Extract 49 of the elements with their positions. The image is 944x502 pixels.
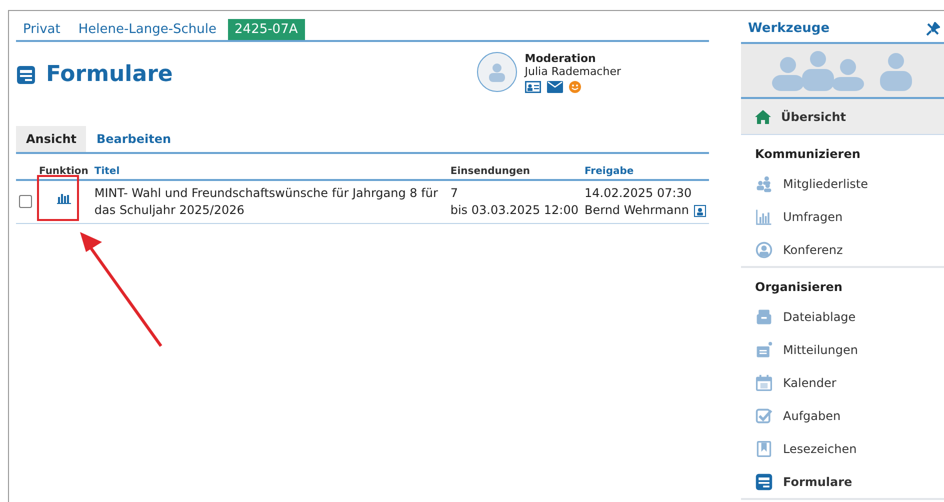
- moderator-name: Julia Rademacher: [524, 65, 621, 78]
- sidebar-item[interactable]: Mitteilungen: [741, 333, 944, 366]
- sidebar-item[interactable]: Umfragen: [741, 200, 944, 233]
- deadline: bis 03.03.2025 12:00: [450, 202, 578, 219]
- headset-icon: [755, 240, 773, 258]
- mail-icon[interactable]: [546, 81, 563, 93]
- breadcrumb-link[interactable]: Privat: [16, 19, 68, 40]
- sidebar-item[interactable]: Mitgliederliste: [741, 167, 944, 200]
- breadcrumb-link[interactable]: 2425-07A: [228, 19, 305, 40]
- bar-chart-icon[interactable]: [56, 193, 71, 204]
- contact-card-icon[interactable]: [524, 81, 541, 93]
- tab[interactable]: Ansicht: [16, 126, 86, 152]
- checkbox-icon: [755, 406, 773, 424]
- bar-chart-icon: [755, 208, 773, 226]
- highlight-frame: [37, 175, 79, 221]
- column-header[interactable]: Freigabe: [581, 164, 709, 180]
- home-icon: [755, 110, 771, 124]
- bookmark-icon: [755, 440, 773, 458]
- section-heading: Kommunizieren: [754, 146, 862, 163]
- calendar-icon: [755, 374, 773, 392]
- page-title: Formulare: [46, 62, 173, 87]
- released-by: Bernd Wehrmann: [584, 202, 689, 219]
- checkbox[interactable]: [19, 195, 32, 208]
- submission-count: 7: [450, 185, 459, 202]
- release-date: 14.02.2025 07:30: [584, 185, 693, 202]
- avatar: [476, 52, 517, 92]
- sidebar-item[interactable]: Kalender: [741, 366, 944, 399]
- column-header[interactable]: Titel: [91, 164, 448, 180]
- file-box-icon: [755, 308, 773, 326]
- sidebar-item[interactable]: Formulare: [741, 465, 944, 498]
- form-title[interactable]: MINT- Wahl und Freundschaftswünsche für Jahrgang 8 für das Schuljahr 2025/2026: [91, 180, 448, 224]
- contact-icon[interactable]: [694, 204, 706, 216]
- column-header: Einsendungen: [447, 164, 582, 180]
- sidebar-item[interactable]: Dateiablage: [741, 300, 944, 333]
- sidebar-title: Werkzeuge: [748, 21, 830, 36]
- sidebar-item[interactable]: Aufgaben: [741, 399, 944, 432]
- form-icon: [16, 64, 36, 84]
- breadcrumb-link[interactable]: Helene-Lange-Schule: [71, 19, 224, 40]
- sidebar-item[interactable]: Übersicht: [741, 99, 944, 135]
- form-icon: [755, 472, 773, 490]
- moderation-label: Moderation: [524, 52, 597, 65]
- pin-icon[interactable]: [926, 22, 940, 36]
- tab[interactable]: Bearbeiten: [86, 126, 182, 152]
- people-icon: [755, 174, 773, 192]
- section-heading: Organisieren: [754, 279, 844, 296]
- sidebar-item[interactable]: Konferenz: [741, 233, 944, 266]
- sidebar-item[interactable]: Lesezeichen: [741, 432, 944, 465]
- message-icon: [755, 340, 773, 358]
- column-header: Funktion: [36, 164, 92, 180]
